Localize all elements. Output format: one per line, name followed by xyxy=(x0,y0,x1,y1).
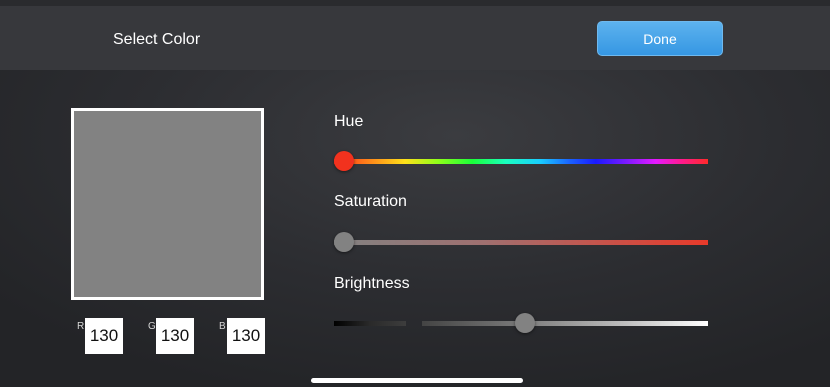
brightness-slider-track[interactable] xyxy=(422,321,708,326)
done-button[interactable]: Done xyxy=(597,21,723,56)
blue-label: B xyxy=(219,321,226,332)
home-indicator xyxy=(311,378,523,383)
saturation-slider-thumb[interactable] xyxy=(334,232,354,252)
saturation-label: Saturation xyxy=(334,193,407,210)
brightness-label: Brightness xyxy=(334,275,410,292)
hue-slider-thumb[interactable] xyxy=(334,151,354,171)
green-value-field[interactable]: 130 xyxy=(156,318,194,354)
hue-slider-track[interactable] xyxy=(334,159,708,164)
hue-label: Hue xyxy=(334,113,364,130)
red-label: R xyxy=(77,321,85,332)
saturation-slider-track[interactable] xyxy=(334,240,708,245)
green-label: G xyxy=(148,321,156,332)
brightness-slider-thumb[interactable] xyxy=(514,313,535,333)
page-title: Select Color xyxy=(113,31,201,48)
color-picker-screen: Select Color Done R 130 G 130 B 130 Hue … xyxy=(0,0,830,387)
blue-value-field[interactable]: 130 xyxy=(227,318,265,354)
red-value-field[interactable]: 130 xyxy=(85,318,123,354)
brightness-slider-track-dark[interactable] xyxy=(334,321,406,326)
color-preview-swatch xyxy=(71,108,264,300)
